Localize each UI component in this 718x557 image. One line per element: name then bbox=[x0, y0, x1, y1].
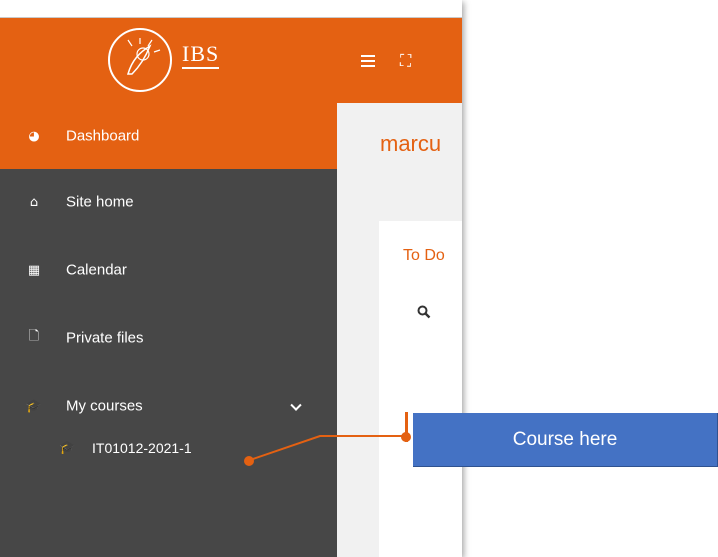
sidebar-item-private-files[interactable]: 🗋 Private files bbox=[0, 305, 337, 371]
chevron-down-icon[interactable] bbox=[290, 399, 302, 411]
ibs-logo[interactable]: IBS bbox=[104, 28, 254, 94]
fullscreen-icon[interactable]: ⛶ bbox=[400, 51, 411, 71]
logo-emblem-icon bbox=[108, 28, 172, 92]
home-icon: ⌂ bbox=[29, 194, 39, 210]
graduation-cap-icon: 🎓 bbox=[59, 440, 76, 456]
sidebar-item-dashboard[interactable]: ◕ Dashboard bbox=[0, 103, 337, 169]
page-title: marcu bbox=[380, 131, 442, 156]
callout-box: Course here bbox=[413, 413, 718, 467]
todo-card-title: To Do bbox=[403, 247, 445, 264]
hamburger-icon[interactable] bbox=[361, 54, 375, 68]
dashboard-icon: ◕ bbox=[28, 128, 40, 144]
calendar-icon: ▦ bbox=[27, 262, 41, 278]
main-content: marcu bbox=[337, 103, 462, 557]
file-icon: 🗋 bbox=[28, 329, 40, 344]
sidebar-item-label: Site home bbox=[66, 193, 134, 211]
sidebar-item-calendar[interactable]: ▦ Calendar bbox=[0, 237, 337, 303]
sidebar-item-label: Private files bbox=[66, 329, 144, 347]
moodle-screenshot: IBS ⛶ ◕ Dashboard ⌂ Site home ▦ Calendar… bbox=[0, 0, 462, 557]
top-header: IBS ⛶ bbox=[0, 17, 462, 104]
graduation-cap-icon: 🎓 bbox=[25, 398, 43, 414]
callout-marker bbox=[405, 412, 408, 442]
search-icon[interactable] bbox=[417, 305, 431, 319]
sidebar-item-label: My courses bbox=[66, 397, 143, 415]
sidebar-subitem-course[interactable]: 🎓 IT01012-2021-1 bbox=[0, 426, 337, 470]
todo-card bbox=[379, 221, 462, 557]
sidebar-nav: ◕ Dashboard ⌂ Site home ▦ Calendar 🗋 Pri… bbox=[0, 103, 337, 557]
sidebar-item-site-home[interactable]: ⌂ Site home bbox=[0, 169, 337, 235]
logo-text: IBS bbox=[182, 42, 220, 69]
sidebar-item-label: Calendar bbox=[66, 261, 127, 279]
course-link-label: IT01012-2021-1 bbox=[92, 440, 192, 456]
sidebar-item-label: Dashboard bbox=[66, 127, 140, 145]
